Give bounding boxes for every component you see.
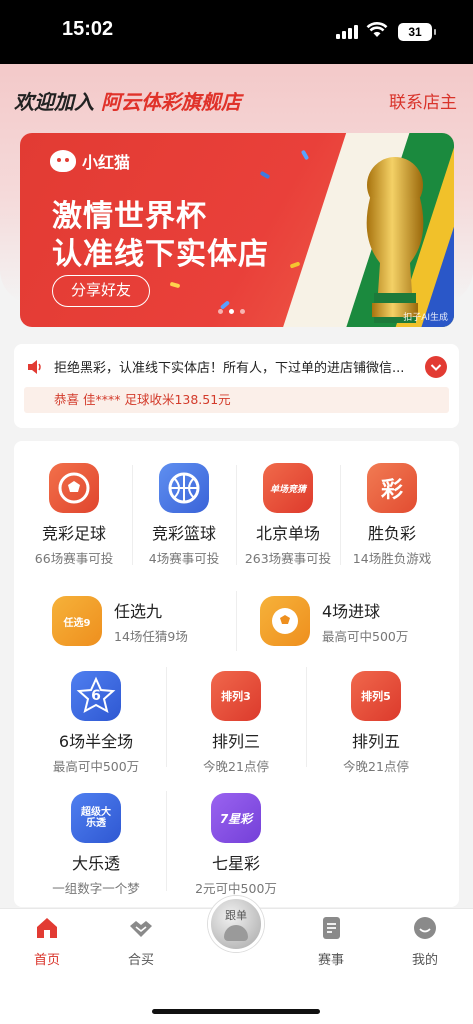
document-icon: [323, 917, 340, 939]
football-icon: [49, 463, 99, 513]
carousel-dots[interactable]: [218, 309, 245, 314]
icon-glyph: 6: [91, 688, 101, 704]
lottery-games-panel: 竞彩足球 66场赛事可投 竞彩篮球 4场赛事可投 单场竞猜 北京单场 263场赛…: [14, 441, 459, 907]
icon-glyph: 排列3: [221, 690, 251, 703]
notice-text: 拒绝黑彩，认准线下实体店！所有人，下过单的进店铺微信...: [54, 361, 405, 376]
cat-logo-icon: [50, 150, 76, 172]
game-name: 排列三: [211, 732, 260, 751]
game-subtitle: 14场任猜9场: [114, 628, 188, 644]
game-subtitle: 4场赛事可投: [148, 551, 220, 566]
basketball-icon: [159, 463, 209, 513]
tab-matches[interactable]: 赛事: [296, 915, 366, 968]
game-subtitle: 最高可中500万: [52, 759, 140, 774]
six-half-full-icon: 6: [71, 671, 121, 721]
tab-group-buy[interactable]: 合买: [106, 915, 176, 968]
game-name: 竞彩足球: [41, 524, 106, 543]
contact-owner-link[interactable]: 联系店主: [389, 88, 457, 113]
game-item-seven-star[interactable]: 7星彩 七星彩 2元可中500万: [166, 793, 306, 897]
expand-notice-button[interactable]: [425, 356, 447, 378]
super-lotto-icon: 超级大乐透: [71, 793, 121, 843]
battery-icon: 31: [398, 23, 436, 41]
carousel-dot[interactable]: [218, 309, 223, 314]
store-name: 阿云体彩旗舰店: [100, 90, 241, 114]
tab-label: 合买: [127, 953, 154, 968]
icon-glyph: 7星彩: [219, 811, 253, 826]
seven-star-icon: 7星彩: [211, 793, 261, 843]
home-indicator: [152, 1009, 320, 1014]
world-cup-trophy-icon: [366, 157, 424, 323]
pick-three-icon: 排列3: [211, 671, 261, 721]
game-item-super-lotto[interactable]: 超级大乐透 大乐透 一组数字一个梦: [26, 793, 166, 897]
banner-headline-2: 认准线下实体店: [52, 237, 269, 272]
wifi-icon: [366, 22, 388, 37]
status-time: 15:02: [62, 18, 114, 40]
welcome-title: 欢迎加入 阿云体彩旗舰店: [14, 86, 241, 115]
speaker-icon: [28, 360, 41, 374]
icon-glyph: 排列5: [361, 690, 391, 703]
game-item-beijing-single[interactable]: 单场竞猜 北京单场 263场赛事可投: [236, 463, 340, 567]
status-bar: 15:02 31: [0, 0, 473, 64]
icon-glyph: 超级大乐透: [81, 807, 111, 829]
winner-ticker: 恭喜 佳**** 足球收米138.51元: [24, 387, 449, 413]
game-name: 4场进球: [322, 601, 381, 621]
four-goals-icon: [260, 596, 310, 646]
game-subtitle: 263场赛事可投: [244, 551, 332, 566]
promo-banner[interactable]: 小红猫 激情世界杯 认准线下实体店 分享好友 扣子AI生成: [20, 133, 454, 327]
smile-face-icon: [414, 917, 436, 939]
game-name: 任选九: [114, 601, 163, 621]
game-subtitle: 今晚21点停: [343, 759, 409, 774]
game-name: 北京单场: [255, 524, 320, 543]
follow-bet-button[interactable]: 跟单: [208, 896, 264, 952]
game-name: 胜负彩: [367, 524, 416, 543]
tab-home[interactable]: 首页: [12, 915, 82, 968]
game-item-jingcai-basketball[interactable]: 竞彩篮球 4场赛事可投: [132, 463, 236, 567]
share-friends-button[interactable]: 分享好友: [52, 275, 150, 307]
game-name: 竞彩篮球: [151, 524, 216, 543]
game-name: 排列五: [351, 732, 400, 751]
icon-glyph: 单场竞猜: [269, 484, 306, 495]
game-item-pick-three[interactable]: 排列3 排列三 今晚21点停: [166, 671, 306, 775]
game-subtitle: 一组数字一个梦: [52, 881, 140, 896]
game-subtitle: 14场胜负游戏: [352, 551, 432, 566]
game-item-pick-nine[interactable]: 任选9 任选九 14场任猜9场: [52, 596, 188, 646]
game-name: 大乐透: [71, 854, 120, 873]
game-item-jingcai-football[interactable]: 竞彩足球 66场赛事可投: [22, 463, 126, 567]
tab-mine[interactable]: 我的: [390, 915, 460, 968]
game-subtitle: 2元可中500万: [195, 881, 277, 896]
cellular-signal-icon: [336, 25, 358, 39]
tab-label: 我的: [411, 953, 438, 968]
carousel-dot-active[interactable]: [229, 309, 234, 314]
game-name: 6场半全场: [58, 732, 134, 751]
icon-glyph: 任选9: [63, 617, 91, 629]
game-subtitle: 最高可中500万: [322, 628, 409, 644]
game-name: 七星彩: [211, 854, 260, 873]
banner-brand: 小红猫: [50, 149, 130, 173]
banner-brand-name: 小红猫: [82, 153, 131, 172]
game-item-pick-five[interactable]: 排列5 排列五 今晚21点停: [306, 671, 446, 775]
ai-generated-mark: 扣子AI生成: [403, 313, 448, 323]
tab-label: 首页: [33, 953, 60, 968]
home-icon: [37, 918, 57, 938]
game-item-four-goals[interactable]: 4场进球 最高可中500万: [260, 596, 408, 646]
game-subtitle: 66场赛事可投: [34, 551, 114, 566]
beijing-single-icon: 单场竞猜: [263, 463, 313, 513]
carousel-dot[interactable]: [240, 309, 245, 314]
icon-glyph: 彩: [380, 478, 403, 503]
game-item-six-half-full[interactable]: 6 6场半全场 最高可中500万: [26, 671, 166, 775]
follow-mascot-icon: [224, 925, 248, 941]
welcome-prefix: 欢迎加入: [14, 90, 94, 114]
win-lose-icon: 彩: [367, 463, 417, 513]
notice-card: 拒绝黑彩，认准线下实体店！所有人，下过单的进店铺微信... 恭喜 佳**** 足…: [14, 344, 459, 428]
follow-bet-label: 跟单: [225, 909, 247, 922]
game-item-win-lose[interactable]: 彩 胜负彩 14场胜负游戏: [340, 463, 444, 567]
pick-five-icon: 排列5: [351, 671, 401, 721]
game-subtitle: 今晚21点停: [203, 759, 269, 774]
handshake-icon: [130, 921, 152, 937]
tab-label: 赛事: [317, 953, 344, 968]
chevron-down-icon: [430, 364, 442, 371]
pick-nine-icon: 任选9: [52, 596, 102, 646]
